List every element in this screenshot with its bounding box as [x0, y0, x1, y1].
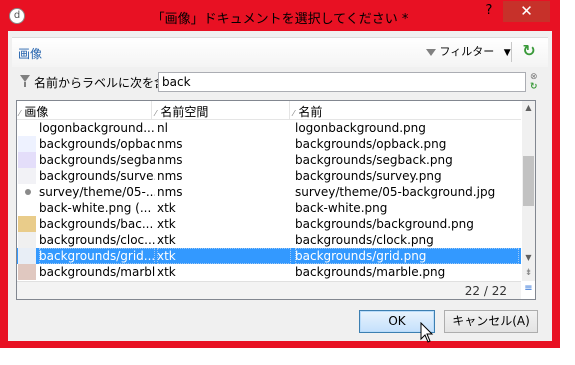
name-cell: logonbackground.png — [295, 121, 426, 135]
namespace-cell: xtk — [157, 248, 291, 264]
scrollbar-thumb[interactable] — [523, 156, 534, 206]
image-cell: back-white.png (... — [39, 201, 152, 215]
image-cell: backgrounds/cloc... — [39, 233, 155, 247]
thumbnail — [18, 120, 36, 136]
clear-icon[interactable]: ⊗ — [530, 72, 538, 82]
table-row[interactable]: backgrounds/surve... nms backgrounds/surve… — [17, 168, 521, 184]
image-cell: backgrounds/bac... — [39, 217, 154, 231]
scroll-up-icon[interactable]: ▲ — [522, 101, 535, 115]
thumbnail — [18, 248, 36, 264]
name-cell: back-white.png — [295, 201, 388, 215]
image-cell: backgrounds/grid.... — [39, 248, 155, 264]
apply-filter-icon[interactable]: ↻ — [530, 82, 538, 92]
thumbnail — [18, 168, 36, 184]
button-bar: OK キャンセル(A) — [8, 302, 552, 341]
title-bar[interactable]: d 「画像」ドキュメントを選択してください * ? ✕ — [1, 1, 559, 31]
table-row[interactable]: logonbackground.... nl logonbackground.png — [17, 120, 521, 136]
image-cell: survey/theme/05-... — [39, 185, 155, 199]
name-cell: backgrounds/grid.png — [295, 248, 519, 264]
table-row[interactable]: survey/theme/05-... nms survey/theme/05-ba… — [17, 184, 521, 200]
toolbar-divider — [511, 42, 512, 62]
table-row[interactable]: backgrounds/opbac...nms backgrounds/opbac… — [17, 136, 521, 152]
name-cell: backgrounds/marble.png — [295, 265, 446, 279]
namespace-cell: nms — [157, 185, 183, 199]
select-document-dialog: d 「画像」ドキュメントを選択してください * ? ✕ 画像 フィルター ▼ ↻… — [0, 0, 560, 348]
name-cell: backgrounds/opback.png — [295, 137, 447, 151]
namespace-cell: xtk — [157, 265, 176, 279]
filter-button[interactable]: フィルター ▼ — [426, 43, 511, 63]
name-cell: survey/theme/05-background.jpg — [295, 185, 496, 199]
search-row: 名前からラベルに次を含む: ⊗ ↻ — [8, 71, 552, 93]
column-header-name[interactable]: ⁄ 名前 — [293, 103, 322, 120]
thumbnail — [18, 152, 36, 168]
image-cell: backgrounds/segbac — [39, 153, 155, 167]
header-bar: 画像 フィルター ▼ ↻ — [8, 31, 552, 67]
column-header-image[interactable]: ⁄ 画像 — [19, 103, 48, 120]
record-count: 22 / 22 — [464, 284, 507, 298]
list-header: ⁄ 画像 ⁄ 名前空間 ⁄ 名前 — [17, 101, 521, 120]
thumbnail — [18, 200, 36, 216]
namespace-cell: nms — [157, 153, 183, 167]
namespace-cell: xtk — [157, 217, 176, 231]
image-cell: backgrounds/surve... — [39, 169, 155, 183]
mouse-cursor-icon — [420, 322, 434, 343]
sort-icon: ⁄ — [293, 109, 295, 118]
document-list: ⁄ 画像 ⁄ 名前空間 ⁄ 名前 logonbackground.... nl logon… — [16, 100, 536, 300]
help-button[interactable]: ? — [475, 1, 503, 22]
column-divider[interactable] — [151, 101, 152, 120]
dialog-body: 画像 フィルター ▼ ↻ 名前からラベルに次を含む: ⊗ ↻ ⁄画像 ⁄名前空間 — [8, 31, 552, 341]
thumbnail — [18, 136, 36, 152]
namespace-cell: nl — [157, 121, 168, 135]
filter-icon — [20, 75, 30, 87]
thumbnail — [18, 264, 36, 280]
refresh-icon[interactable]: ↻ — [519, 41, 539, 61]
table-row[interactable]: backgrounds/cloc... xtk backgrounds/clock.… — [17, 232, 521, 248]
filter-icon — [426, 45, 436, 58]
chevron-down-icon: ▼ — [503, 48, 511, 58]
folder-title: 画像 — [18, 47, 43, 61]
namespace-cell: nms — [157, 137, 183, 151]
scroll-down-icon[interactable]: ▼ — [522, 251, 535, 265]
name-cell: backgrounds/segback.png — [295, 153, 453, 167]
name-cell: backgrounds/survey.png — [295, 169, 442, 183]
thumbnail — [18, 232, 36, 248]
close-button[interactable]: ✕ — [503, 1, 550, 22]
list-menu-icon[interactable]: ≡ — [522, 283, 535, 295]
filter-label: フィルター — [439, 45, 495, 58]
column-header-namespace[interactable]: ⁄ 名前空間 — [155, 103, 208, 120]
table-row[interactable]: backgrounds/grid.... xtk backgrounds/grid.… — [17, 248, 521, 264]
image-cell: backgrounds/opbac... — [39, 137, 155, 151]
namespace-cell: nms — [157, 169, 183, 183]
search-input[interactable] — [158, 72, 526, 92]
cancel-button[interactable]: キャンセル(A) — [444, 310, 538, 333]
sort-icon: ⁄ — [155, 109, 157, 118]
table-row[interactable]: backgrounds/segbac nms backgrounds/segback… — [17, 152, 521, 168]
image-cell: logonbackground.... — [39, 121, 155, 135]
table-row[interactable]: backgrounds/marbl... xtk backgrounds/marbl… — [17, 264, 521, 280]
list-footer: 22 / 22 — [17, 281, 521, 299]
namespace-cell: xtk — [157, 201, 176, 215]
bullet-icon — [25, 189, 31, 195]
namespace-cell: xtk — [157, 233, 176, 247]
thumbnail — [18, 184, 36, 200]
go-to-end-icon[interactable]: ⇟ — [522, 267, 535, 279]
column-divider[interactable] — [289, 101, 290, 120]
name-cell: backgrounds/background.png — [295, 217, 474, 231]
header-panel: 画像 フィルター ▼ ↻ — [12, 37, 548, 67]
image-cell: backgrounds/marbl... — [39, 265, 155, 279]
table-row[interactable]: backgrounds/bac... xtk backgrounds/backgro… — [17, 216, 521, 232]
sort-icon: ⁄ — [19, 109, 21, 118]
thumbnail — [18, 216, 36, 232]
table-row[interactable]: back-white.png (... xtk back-white.png — [17, 200, 521, 216]
vertical-scrollbar[interactable]: ▲ ▼ — [522, 101, 535, 281]
name-cell: backgrounds/clock.png — [295, 233, 434, 247]
